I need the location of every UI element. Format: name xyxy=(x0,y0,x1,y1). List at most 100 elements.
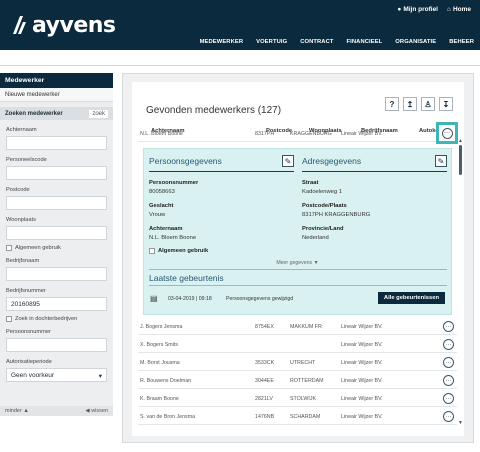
woonplaats-label: Woonplaats xyxy=(6,217,36,223)
table-row[interactable]: K. Braam Boone 2821LV STOLWIJK Lineair W… xyxy=(138,390,457,407)
sidebar-footer: minder ▲ ◀ wissen xyxy=(0,406,113,416)
nav-medewerker[interactable]: MEDEWERKER xyxy=(200,39,244,45)
table-row[interactable]: R. Bouwens Doelman 3044EE ROTTERDAM Line… xyxy=(138,372,457,389)
new-employee-link[interactable]: Nieuwe medewerker xyxy=(0,88,113,102)
caret-up-icon: ▲ xyxy=(23,408,29,414)
bedrijfsnaam-input[interactable] xyxy=(6,267,107,281)
achternaam-value: N.L. Bloem Boone xyxy=(149,235,197,241)
user-icon: ● xyxy=(397,6,402,13)
adresgegevens-title: Adresgegevens xyxy=(302,156,362,166)
edit-persoon-button[interactable]: ✎ xyxy=(282,155,294,167)
employee-detail: Persoonsgegevens ✎ Adresgegevens ✎ Perso… xyxy=(138,145,457,316)
pencil-icon: ✎ xyxy=(437,156,445,166)
download-button[interactable]: ↧ xyxy=(439,97,453,111)
geslacht-label: Geslacht xyxy=(149,203,174,209)
scrollbar-thumb[interactable] xyxy=(459,145,462,175)
minder-button[interactable]: minder ▲ xyxy=(5,408,29,414)
download-icon: ↧ xyxy=(442,99,450,109)
more-options-icon[interactable]: ··· xyxy=(443,393,454,404)
divider xyxy=(302,171,447,172)
divider xyxy=(149,171,294,172)
profile-link[interactable]: ● Mijn profiel xyxy=(397,6,438,13)
sidebar-title: Medewerker xyxy=(0,73,113,88)
algemeen-gebruik-checkbox[interactable]: Algemeen gebruik xyxy=(6,245,113,251)
nav-financieel[interactable]: FINANCIEEL xyxy=(347,39,383,45)
postcode-value: 8317PH KRAGGENBURG xyxy=(302,212,371,218)
nav-contract[interactable]: CONTRACT xyxy=(300,39,333,45)
more-options-icon[interactable]: ··· xyxy=(443,375,454,386)
nav-beheer[interactable]: BEHEER xyxy=(449,39,474,45)
algemeen-gebruik-check[interactable]: Algemeen gebruik xyxy=(149,248,208,254)
brand-name: ayvens xyxy=(32,12,116,38)
document-icon: ▤ xyxy=(150,294,158,303)
add-user-button[interactable]: ♙ xyxy=(421,97,435,111)
bedrijfsnummer-input[interactable]: 20160895 xyxy=(6,297,107,311)
divider xyxy=(149,269,447,270)
persoonsnummer-label: Persoonsnummer xyxy=(149,180,199,186)
zoek-dochter-checkbox[interactable]: Zoek in dochterbedrijven xyxy=(6,316,113,322)
clear-icon: ◀ xyxy=(85,408,90,414)
achternaam-label: Achternaam xyxy=(149,226,183,232)
help-button[interactable]: ? xyxy=(385,97,399,111)
scroll-down-icon[interactable]: ▼ xyxy=(458,420,463,426)
autorisatie-label: Autorisatieperiode xyxy=(6,359,52,365)
woonplaats-input[interactable] xyxy=(6,226,107,240)
straat-label: Straat xyxy=(302,180,319,186)
sub-bar xyxy=(0,50,480,66)
table-row[interactable]: N.L. Bloem Boone 8317PH KRAGGENBURG Line… xyxy=(138,125,457,142)
postcode-label: Postcode/Plaats xyxy=(302,203,347,209)
more-options-icon[interactable]: ··· xyxy=(443,411,454,422)
persoonsnummer-value: 80058663 xyxy=(149,189,175,195)
autorisatie-select[interactable]: Geen voorkeur ▾ xyxy=(6,368,107,382)
search-section-header: Zoeken medewerker zoek xyxy=(0,107,113,120)
table-row[interactable]: M. Borst Jousma 3533CK UTRECHT Lineair W… xyxy=(138,354,457,371)
postcode-input[interactable] xyxy=(6,196,107,210)
nav-organisatie[interactable]: ORGANISATIE xyxy=(395,39,436,45)
table-row[interactable]: J. Bogers Jensma 8754EX MAKKUM FR Lineai… xyxy=(138,318,457,335)
panel-title: Gevonden medewerkers (127) xyxy=(146,105,282,116)
main-nav: MEDEWERKER VOERTUIG CONTRACT FINANCIEEL … xyxy=(200,39,474,45)
home-link[interactable]: ⌂ Home xyxy=(447,6,471,13)
chevron-down-icon: ▾ xyxy=(98,373,102,380)
bedrijfsnaam-label: Bedrijfsnaam xyxy=(6,258,40,264)
table-row[interactable]: S. van de Bron Jensma 1476NB SCHARDAM Li… xyxy=(138,408,457,425)
meer-gegevens-link[interactable]: Meer gegevens ▼ xyxy=(144,260,451,266)
persoonsnummer-label: Persoonsnummer xyxy=(6,329,51,335)
alle-gebeurtenissen-button[interactable]: Alle gebeurtenissen xyxy=(377,292,445,304)
personeelscode-label: Personeelscode xyxy=(6,157,47,163)
checkbox-box xyxy=(6,245,12,251)
laatste-gebeurtenis-title: Laatste gebeurtenis xyxy=(149,273,224,283)
more-options-icon[interactable]: ··· xyxy=(443,357,454,368)
more-options-icon[interactable]: ··· xyxy=(443,321,454,332)
detail-card: Persoonsgegevens ✎ Adresgegevens ✎ Perso… xyxy=(143,148,452,315)
checkbox-box xyxy=(6,316,12,322)
help-icon: ? xyxy=(389,99,395,109)
bedrijfsnummer-label: Bedrijfsnummer xyxy=(6,288,46,294)
add-user-icon: ♙ xyxy=(424,99,432,109)
straat-value: Kadoelenweg 1 xyxy=(302,189,342,195)
persoonsnummer-input[interactable] xyxy=(6,338,107,352)
provincie-label: Provincie/Land xyxy=(302,226,344,232)
scroll-up-icon[interactable]: ▲ xyxy=(458,138,463,144)
top-links: ● Mijn profiel ⌂ Home xyxy=(397,6,471,13)
pencil-icon: ✎ xyxy=(284,156,292,166)
ayvens-logo[interactable]: ayvens xyxy=(9,12,116,38)
edit-adres-button[interactable]: ✎ xyxy=(435,155,447,167)
wissen-button[interactable]: ◀ wissen xyxy=(85,408,108,414)
event-text: Persoonsgegevens gewijzigd xyxy=(226,296,294,302)
upload-icon: ↥ xyxy=(406,99,414,109)
checkbox-box xyxy=(149,248,155,254)
sidebar: Medewerker Nieuwe medewerker Zoeken mede… xyxy=(0,73,113,416)
personeelscode-input[interactable] xyxy=(6,166,107,180)
upload-button[interactable]: ↥ xyxy=(403,97,417,111)
zoek-button[interactable]: zoek xyxy=(89,109,108,118)
provincie-value: Nederland xyxy=(302,235,329,241)
app-header: ayvens ● Mijn profiel ⌂ Home MEDEWERKER VO… xyxy=(0,0,480,50)
more-options-highlight[interactable]: ··· xyxy=(436,122,458,144)
caret-down-icon: ▼ xyxy=(313,260,319,266)
more-options-icon[interactable]: ··· xyxy=(443,339,454,350)
nav-voertuig[interactable]: VOERTUIG xyxy=(256,39,287,45)
achternaam-input[interactable] xyxy=(6,136,107,150)
table-row[interactable]: X. Bogers Smits Lineair Wijzer BV. ··· xyxy=(138,336,457,353)
divider xyxy=(149,285,447,286)
